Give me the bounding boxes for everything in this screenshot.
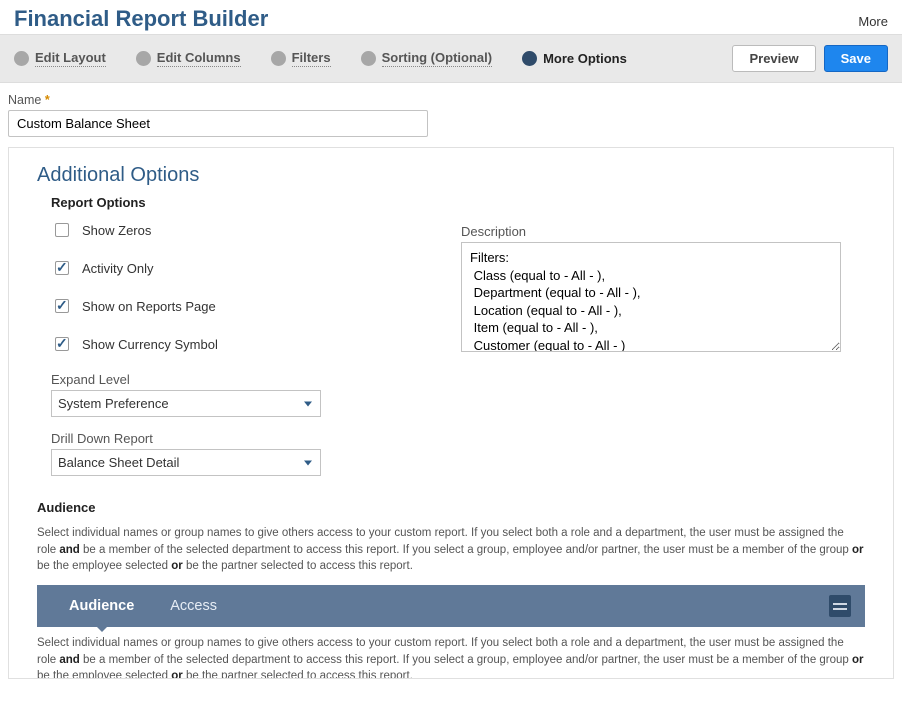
audience-tab-bar: Audience Access (37, 585, 865, 627)
preview-button[interactable]: Preview (732, 45, 815, 72)
name-label: Name * (8, 93, 888, 107)
name-input[interactable] (8, 110, 428, 137)
drill-down-select[interactable]: Balance Sheet Detail (51, 449, 321, 476)
step-label: Edit Layout (35, 50, 106, 67)
show-zeros-label: Show Zeros (82, 223, 151, 238)
description-textarea[interactable] (461, 242, 841, 352)
step-circle-icon (136, 51, 151, 66)
step-filters[interactable]: Filters (271, 50, 331, 67)
step-circle-icon (522, 51, 537, 66)
required-asterisk: * (45, 93, 50, 107)
show-reports-page-checkbox[interactable] (55, 299, 69, 313)
step-more-options[interactable]: More Options (522, 51, 627, 67)
step-circle-icon (14, 51, 29, 66)
more-link[interactable]: More (858, 14, 888, 29)
audience-section-label: Audience (37, 500, 865, 515)
save-button[interactable]: Save (824, 45, 888, 72)
page-title: Financial Report Builder (14, 6, 268, 32)
audience-help-text: Select individual names or group names t… (37, 525, 865, 575)
step-circle-icon (271, 51, 286, 66)
drill-down-label: Drill Down Report (51, 431, 437, 446)
steps-bar: Edit Layout Edit Columns Filters Sorting… (0, 34, 902, 83)
additional-options-title: Additional Options (37, 164, 865, 187)
content-frame[interactable]: Additional Options Report Options Show Z… (8, 147, 894, 679)
step-edit-columns[interactable]: Edit Columns (136, 50, 241, 67)
expand-level-label: Expand Level (51, 372, 437, 387)
step-label: Filters (292, 50, 331, 67)
show-zeros-checkbox[interactable] (55, 223, 69, 237)
step-label: Edit Columns (157, 50, 241, 67)
step-label: Sorting (Optional) (382, 50, 492, 67)
activity-only-label: Activity Only (82, 261, 154, 276)
activity-only-checkbox[interactable] (55, 261, 69, 275)
name-label-text: Name (8, 93, 41, 107)
audience-help-text-repeat: Select individual names or group names t… (37, 635, 865, 679)
report-options-label: Report Options (51, 195, 865, 210)
tab-settings-icon[interactable] (829, 595, 851, 617)
drill-down-value: Balance Sheet Detail (58, 455, 179, 470)
step-edit-layout[interactable]: Edit Layout (14, 50, 106, 67)
expand-level-value: System Preference (58, 396, 169, 411)
step-label: More Options (543, 51, 627, 67)
show-currency-checkbox[interactable] (55, 337, 69, 351)
show-reports-page-label: Show on Reports Page (82, 299, 216, 314)
tab-audience[interactable]: Audience (51, 588, 152, 624)
description-label: Description (461, 224, 865, 239)
show-currency-label: Show Currency Symbol (82, 337, 218, 352)
step-circle-icon (361, 51, 376, 66)
tab-access[interactable]: Access (152, 588, 235, 624)
expand-level-select[interactable]: System Preference (51, 390, 321, 417)
step-sorting[interactable]: Sorting (Optional) (361, 50, 492, 67)
